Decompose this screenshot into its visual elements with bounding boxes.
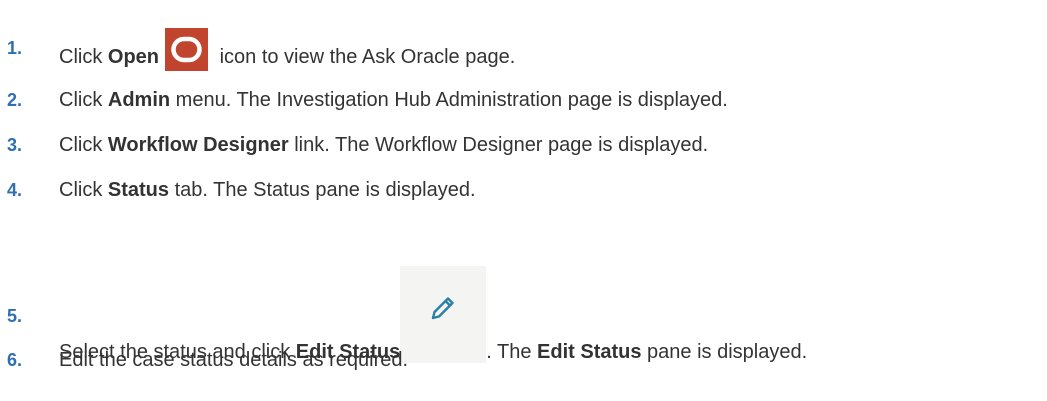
step-text: Click Admin menu. The Investigation Hub … xyxy=(59,89,728,111)
step-text: Click Status tab. The Status pane is dis… xyxy=(59,179,476,201)
step-text: Click Open icon to view the Ask Oracle p… xyxy=(59,28,515,79)
step-number: 1. xyxy=(7,38,23,58)
step-number: 3. xyxy=(7,135,23,155)
pencil-icon xyxy=(400,266,487,363)
ui-label-open: Open xyxy=(107,45,160,68)
step-text: Click Workflow Designer link. The Workfl… xyxy=(59,134,709,156)
step-number: 4. xyxy=(7,180,23,200)
step-number: 5. xyxy=(7,306,23,326)
step-number: 2. xyxy=(7,90,23,110)
ui-label-status: Status xyxy=(107,179,170,201)
procedure-steps: 1. Click Open icon to view the Ask Oracl… xyxy=(0,0,1047,377)
oracle-open-icon xyxy=(165,28,209,71)
ui-label-workflow-designer: Workflow Designer xyxy=(107,134,289,156)
ui-label-edit-status-pane: Edit Status xyxy=(537,340,642,363)
step-text: Edit the case status details as required… xyxy=(59,349,409,371)
step-number: 6. xyxy=(7,350,23,370)
ui-label-admin: Admin xyxy=(107,89,171,111)
